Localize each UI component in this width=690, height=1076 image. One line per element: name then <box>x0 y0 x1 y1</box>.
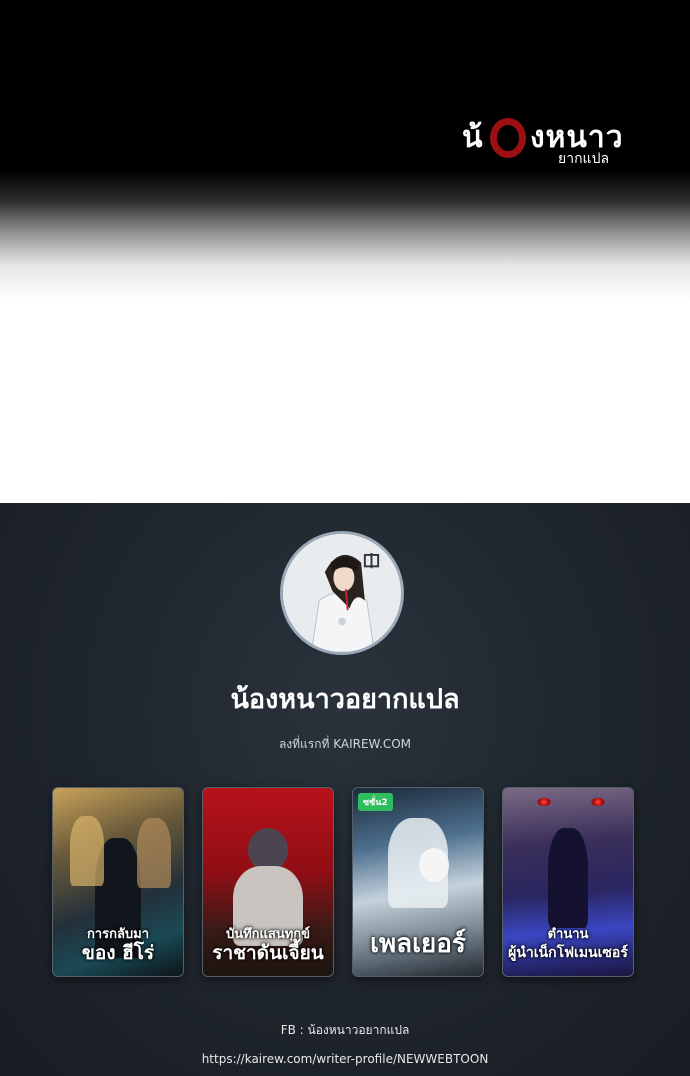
blank-area <box>0 300 690 503</box>
cover-figure <box>548 828 588 928</box>
cover-title: บันทึกแสนทุกข์ ราชาดันเจี้ยน <box>203 926 333 964</box>
profile-name: น้องหนาวอยากแปล <box>230 684 460 715</box>
logo-prefix: น้ <box>462 120 484 155</box>
avatar-illustration <box>283 534 401 652</box>
cover-title: เพลเยอร์ <box>353 930 483 958</box>
comic-cover-3[interactable]: ซซั่น2 เพลเยอร์ <box>352 787 484 977</box>
comic-cover-2[interactable]: บันทึกแสนทุกข์ ราชาดันเจี้ยน <box>202 787 334 977</box>
cover-title-line2: ของ ฮีโร่ <box>81 942 155 964</box>
cover-figure <box>137 818 172 888</box>
comic-cover-4[interactable]: ตำนาน ผู้นำเน็กโฟเมนเซอร์ <box>502 787 634 977</box>
promo-panel: น้องหนาวอยากแปล ลงที่แรกที่ KAIREW.COM ก… <box>0 503 690 1076</box>
cover-title-line2: ผู้นำเน็กโฟเมนเซอร์ <box>508 945 628 961</box>
logo-main-text: น้ <box>462 114 484 161</box>
cover-figure <box>418 848 449 882</box>
comic-cover-1[interactable]: การกลับมา ของ ฮีโร่ <box>52 787 184 977</box>
cover-title-line2: เพลเยอร์ <box>370 929 466 959</box>
logo-subtext: ยากแปล <box>558 151 610 167</box>
red-eye-icon <box>537 798 551 806</box>
profile-subtitle: ลงที่แรกที่ KAIREW.COM <box>278 737 412 751</box>
translator-logo: น้ งหนาว ยากแปล <box>462 114 672 174</box>
logo-ring-icon <box>490 118 526 158</box>
season-badge: ซซั่น2 <box>358 793 393 811</box>
cover-title-line2: ราชาดันเจี้ยน <box>212 942 324 964</box>
cover-title: การกลับมา ของ ฮีโร่ <box>53 926 183 964</box>
facebook-text: FB : น้องหนาวอยากแปล <box>280 1023 410 1037</box>
profile-link[interactable]: https://kairew.com/writer-profile/NEWWEB… <box>0 1052 690 1066</box>
cover-figure <box>69 816 104 886</box>
avatar <box>280 531 404 655</box>
red-eye-icon <box>591 798 605 806</box>
cover-title: ตำนาน ผู้นำเน็กโฟเมนเซอร์ <box>503 926 633 962</box>
cover-title-line1: ตำนาน <box>547 927 589 942</box>
